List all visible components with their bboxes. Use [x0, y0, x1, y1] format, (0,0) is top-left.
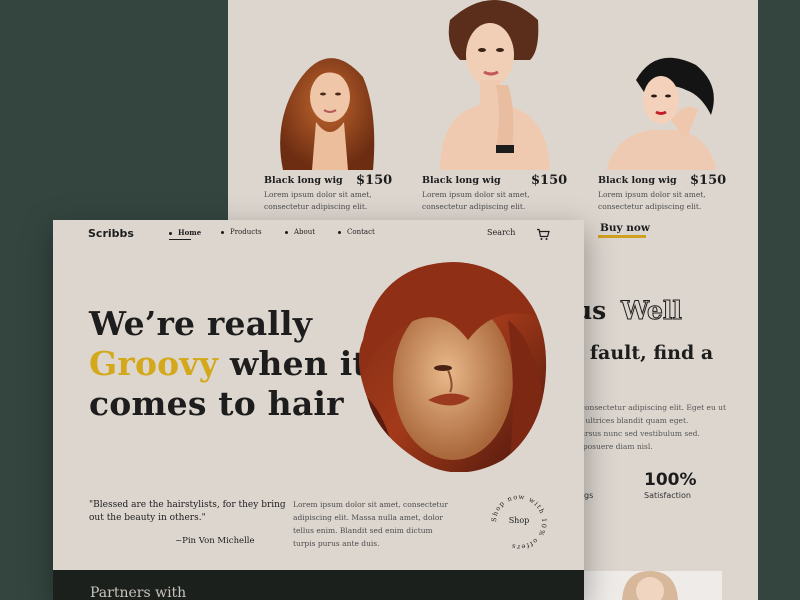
hero-image [358, 260, 548, 476]
section-subheading: l fault, find a [576, 342, 714, 364]
section-paragraph-line: e posuere diam nisl. [576, 442, 653, 451]
bullet-icon [169, 231, 172, 235]
nav-contact-label: Contact [347, 228, 375, 236]
shop-badge[interactable]: Shop now with 10% offers Shop [489, 492, 549, 552]
product-image[interactable] [420, 0, 568, 170]
nav-active-underline [169, 239, 191, 240]
section-paragraph-line: cursus nunc sed vestibulum sed. [576, 429, 700, 438]
section-heading-outline: Well [620, 296, 682, 326]
intro-paragraph: Lorem ipsum dolor sit amet, consectetur … [293, 500, 448, 548]
nav-contact[interactable]: Contact [338, 228, 375, 236]
product-description: Lorem ipsum dolor sit amet, consectetur … [598, 190, 706, 211]
nav-products[interactable]: Products [221, 228, 262, 236]
section-photo [584, 571, 722, 600]
stat-number: 100% [644, 470, 697, 490]
product-price: $150 [356, 173, 393, 188]
hero-line-3: comes to hair [89, 384, 344, 423]
stat-label: Satisfaction [644, 491, 691, 500]
testimonial-quote: "Blessed are the hairstylists, for they … [89, 500, 286, 523]
hero-line-2-rest: when it [218, 344, 368, 383]
partners-section: Partners with [53, 570, 584, 600]
testimonial-author: ~Pin Von Michelle [175, 536, 255, 546]
hero-line-2: Groovy when it [89, 344, 368, 383]
cart-icon[interactable] [536, 226, 550, 245]
nav-about[interactable]: About [285, 228, 315, 236]
stat-label: gs [584, 491, 594, 500]
product-name[interactable]: Black long wig [422, 175, 501, 186]
hero-highlight: Groovy [89, 344, 219, 383]
buy-now-link[interactable]: Buy now [600, 222, 650, 234]
nav-home-label: Home [178, 228, 202, 237]
product-name[interactable]: Black long wig [264, 175, 343, 186]
section-paragraph-line: m ultrices blandit quam eget. [576, 416, 689, 425]
logo[interactable]: Scribbs [88, 227, 134, 240]
section-paragraph-line: , consectetur adipiscing elit. Eget eu u… [576, 403, 727, 412]
nav-about-label: About [294, 228, 316, 236]
product-price: $150 [531, 173, 568, 188]
product-description: Lorem ipsum dolor sit amet, consectetur … [264, 190, 372, 211]
bullet-icon [338, 230, 341, 234]
shop-badge-label: Shop [508, 516, 530, 525]
hero-line-1: We’re really [89, 304, 313, 343]
nav-home[interactable]: Home [169, 228, 201, 237]
search-link[interactable]: Search [487, 228, 515, 237]
bullet-icon [285, 230, 288, 234]
buy-now-underline [598, 235, 646, 238]
product-image[interactable] [606, 50, 721, 170]
landing-page: Scribbs Home Products About Contact Sear… [53, 220, 584, 600]
product-price: $150 [690, 173, 727, 188]
partners-heading: Partners with [90, 585, 187, 600]
bullet-icon [221, 230, 224, 234]
product-description: Lorem ipsum dolor sit amet, consectetur … [422, 190, 530, 211]
product-name[interactable]: Black long wig [598, 175, 677, 186]
product-image[interactable] [268, 42, 388, 170]
nav-products-label: Products [230, 228, 262, 236]
section-heading: us Well [574, 296, 682, 326]
